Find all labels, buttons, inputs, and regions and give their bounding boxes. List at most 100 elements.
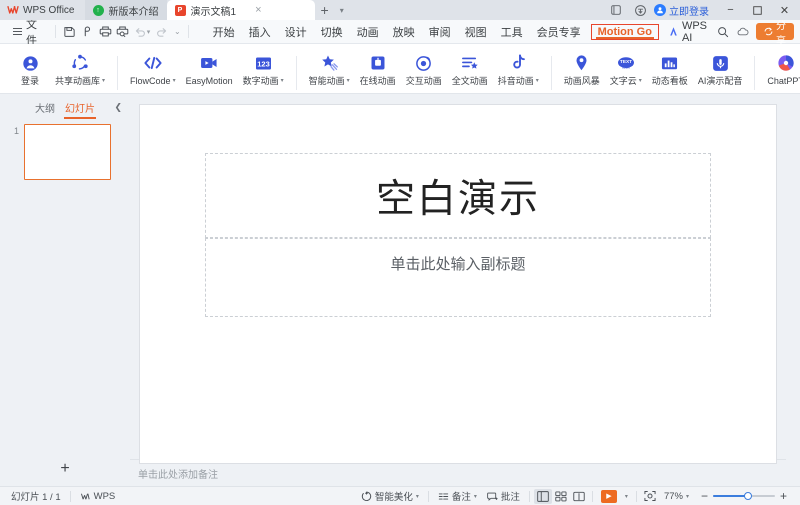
ribbon-digital-animation-button[interactable]: 123 数字动画▾ [238, 44, 289, 94]
zoom-slider-track[interactable] [713, 495, 775, 497]
close-window-button[interactable]: ✕ [771, 0, 798, 20]
ribbon-full-text-animation-button[interactable]: 全文动画 [447, 44, 493, 94]
smart-beautify-button[interactable]: 智能美化 ▾ [356, 489, 424, 503]
notes-toggle-button[interactable]: 备注 ▾ [433, 489, 482, 503]
tab-review[interactable]: 审阅 [422, 22, 458, 42]
tab-slides[interactable]: 幻灯片 [64, 98, 96, 117]
print-preview-icon[interactable] [114, 21, 132, 42]
chevron-down-icon: ▾ [347, 76, 350, 87]
new-tab-button[interactable]: + [315, 0, 335, 20]
maximize-button[interactable] [744, 0, 771, 20]
chevron-down-icon[interactable]: ▾ [625, 493, 628, 500]
slide-thumbnail[interactable] [24, 124, 111, 180]
cloud-icon[interactable] [736, 25, 750, 39]
add-slide-button[interactable]: + [0, 452, 130, 486]
chevron-down-icon[interactable]: ▾ [416, 493, 419, 500]
start-slideshow-button[interactable]: ▶ ▾ [597, 490, 632, 503]
minimize-button[interactable]: − [717, 0, 744, 20]
ribbon-login-button[interactable]: 登录 [10, 44, 50, 94]
chevron-down-icon: ▾ [536, 76, 539, 87]
notes-pane[interactable]: 单击此处添加备注 [130, 459, 786, 486]
ribbon-interactive-animation-button[interactable]: 交互动画 [401, 44, 447, 94]
ribbon-smart-animation-label: 智能动画▾ [309, 76, 350, 87]
print-icon[interactable] [96, 21, 114, 42]
wps-status-button[interactable]: WPS [75, 491, 121, 502]
backup-icon[interactable] [604, 0, 628, 20]
normal-view-button[interactable] [534, 489, 552, 504]
login-button[interactable]: 立即登录 [652, 0, 717, 20]
ribbon-smart-animation-button[interactable]: 智能动画▾ [304, 44, 355, 94]
cloud-sync-icon[interactable] [628, 0, 652, 20]
redo-icon[interactable] [152, 21, 170, 42]
tab-animation[interactable]: 动画 [350, 22, 386, 42]
ribbon-douyin-animation-button[interactable]: 抖音动画▾ [493, 44, 544, 94]
upgrade-circle-icon: ↑ [93, 5, 104, 16]
subtitle-placeholder[interactable]: 单击此处输入副标题 [205, 238, 711, 317]
wps-office-home-button[interactable]: WPS Office [0, 0, 85, 20]
ribbon-shared-library-label: 共享动画库▾ [55, 76, 105, 87]
ribbon-text-cloud-button[interactable]: TEXTICON 文字云▾ [605, 44, 647, 94]
tab-view[interactable]: 视图 [458, 22, 494, 42]
tab-outline[interactable]: 大纲 [34, 98, 56, 117]
file-menu-button[interactable]: 文件 [6, 21, 50, 43]
wps-logo-icon [7, 4, 19, 16]
tab-tools[interactable]: 工具 [494, 22, 530, 42]
zoom-out-button[interactable]: − [696, 490, 713, 502]
divider [296, 56, 297, 90]
slide-count-label: 幻灯片 1 / 1 [6, 489, 66, 503]
notes-icon [438, 491, 449, 502]
save-icon[interactable] [61, 21, 79, 42]
zoom-level-label[interactable]: 77% ▾ [659, 491, 694, 502]
tiktok-note-icon [510, 52, 526, 74]
title-placeholder[interactable]: 空白演示 [205, 153, 711, 238]
menu-bar: 文件 ▾ ⌄ 开始 插入 设计 切换 动画 放映 审 [0, 20, 800, 44]
fit-to-window-button[interactable] [641, 489, 659, 504]
reading-view-button[interactable] [570, 489, 588, 504]
powerpoint-icon: P [175, 5, 186, 16]
search-icon[interactable] [713, 24, 736, 40]
ribbon-flowcode-label: FlowCode▾ [130, 76, 176, 87]
divider [188, 25, 189, 38]
wps-ai-button[interactable]: WPS AI [662, 18, 713, 46]
slide-sorter-view-button[interactable] [552, 489, 570, 504]
subtitle-placeholder-text: 单击此处输入副标题 [390, 253, 525, 274]
ribbon-chatppt-button[interactable]: ChatPPT [762, 44, 800, 94]
tab-transition[interactable]: 切换 [314, 22, 350, 42]
slide-thumbnail-item[interactable]: 1 [0, 124, 130, 180]
slide-canvas[interactable]: 空白演示 单击此处输入副标题 [140, 105, 776, 463]
zoom-slider-handle[interactable] [744, 492, 752, 500]
tab-motion-go[interactable]: Motion Go [591, 24, 659, 40]
title-bar: WPS Office ↑ 新版本介绍 P 演示文稿1 × + ▾ 立即登录 [0, 0, 800, 20]
tab-insert[interactable]: 插入 [242, 22, 278, 42]
chevron-down-icon[interactable]: ▾ [686, 493, 689, 500]
tab-presentation1[interactable]: P 演示文稿1 × [167, 0, 315, 20]
share-button[interactable]: 分享 [756, 23, 794, 40]
tab-new-version-intro[interactable]: ↑ 新版本介绍 [85, 0, 167, 20]
slide-panel: 大纲 幻灯片 ❮ 1 + [0, 94, 130, 486]
ribbon-easymotion-button[interactable]: EasyMotion [181, 44, 238, 94]
ribbon-tabs: 开始 插入 设计 切换 动画 放映 审阅 视图 工具 会员专享 Motion G… [206, 18, 736, 46]
comment-button[interactable]: 批注 [482, 489, 525, 503]
zoom-slider[interactable]: − + [696, 490, 792, 502]
ribbon-group-account: 登录 共享动画库▾ [10, 44, 110, 94]
ribbon-dynamic-dashboard-button[interactable]: 动态看板 [647, 44, 693, 94]
ribbon-animation-storm-button[interactable]: 动画风暴 [559, 44, 605, 94]
tab-list-chevron-down-icon[interactable]: ▾ [335, 0, 349, 20]
zoom-in-button[interactable]: + [775, 490, 792, 502]
customize-chevron-down-icon[interactable]: ⌄ [174, 27, 181, 36]
wps-status-label: WPS [94, 491, 116, 502]
ribbon-online-animation-button[interactable]: 在线动画 [355, 44, 401, 94]
chevron-left-icon[interactable]: ❮ [114, 102, 122, 113]
tab-slideshow[interactable]: 放映 [386, 22, 422, 42]
ribbon-ai-voiceover-button[interactable]: AI演示配音 [693, 44, 748, 94]
ribbon-shared-library-button[interactable]: 共享动画库▾ [50, 44, 110, 94]
status-bar: 幻灯片 1 / 1 WPS 智能美化 ▾ 备注 ▾ [0, 486, 800, 505]
chevron-down-icon[interactable]: ▾ [474, 493, 477, 500]
tab-design[interactable]: 设计 [278, 22, 314, 42]
tab-start[interactable]: 开始 [206, 22, 242, 42]
ribbon-flowcode-button[interactable]: FlowCode▾ [125, 44, 181, 94]
undo-chevron-down-icon[interactable]: ▾ [147, 28, 151, 36]
tab-member-exclusive[interactable]: 会员专享 [530, 22, 588, 42]
cloud-save-icon[interactable] [78, 21, 96, 42]
close-tab-icon[interactable]: × [255, 5, 261, 16]
